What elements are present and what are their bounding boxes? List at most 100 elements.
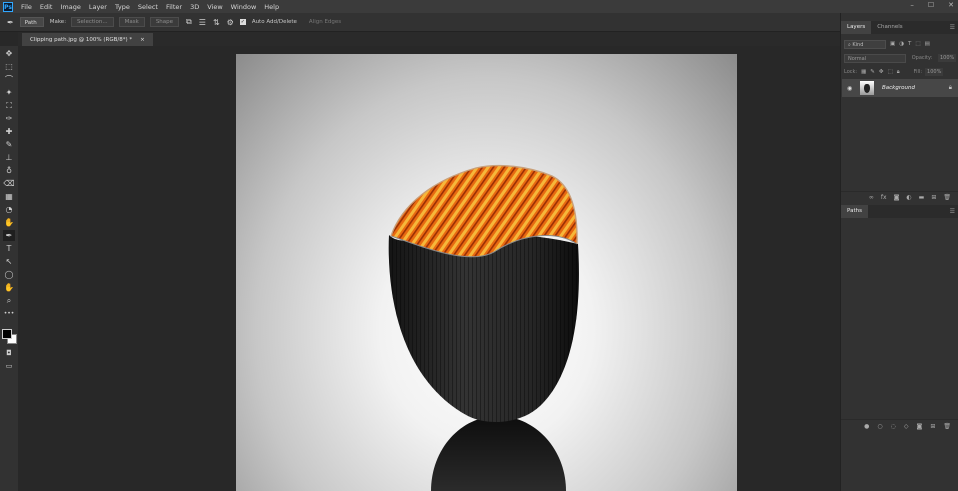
stroke-path-icon[interactable]: ○ [877,423,882,430]
load-path-as-selection-icon[interactable]: ◌ [891,423,896,430]
lock-pixels-icon[interactable]: ✎ [870,69,875,75]
paths-panel-footer: ● ○ ◌ ◇ ◙ ⊞ 🗑︎ [841,419,958,433]
minimize-icon[interactable]: – [910,1,914,9]
menu-window[interactable]: Window [231,3,257,11]
maximize-icon[interactable]: ☐ [928,1,934,9]
path-operations-icon[interactable]: ⧉ [186,17,192,27]
lock-transparent-icon[interactable]: ▦ [861,69,866,75]
menu-select[interactable]: Select [138,3,158,11]
adjustment-filter-icon[interactable]: ◑ [899,41,904,47]
menu-filter[interactable]: Filter [166,3,182,11]
layer-style-icon[interactable]: fx [881,194,887,201]
tool-mode-select[interactable]: Path [19,17,44,27]
gradient-tool-icon[interactable]: ▦ [3,191,15,202]
smart-object-filter-icon[interactable]: ▤ [925,41,930,47]
pen-tool-preset-icon[interactable]: ✒ [7,18,14,27]
make-mask-button[interactable]: Mask [118,17,145,27]
new-path-icon[interactable]: ⊞ [930,423,935,430]
options-bar: ✒ Path Make: Selection... Mask Shape ⧉ ☰… [0,13,958,32]
make-shape-button[interactable]: Shape [149,17,180,27]
brush-tool-icon[interactable]: ✎ [3,139,15,150]
layer-kind-label: Kind [852,41,864,48]
add-mask-path-icon[interactable]: ◙ [917,423,923,430]
lasso-tool-icon[interactable]: ⌒ [3,74,15,85]
delete-layer-icon[interactable]: 🗑︎ [943,194,951,201]
add-mask-icon[interactable]: ◙ [894,194,900,201]
ellipse-tool-icon[interactable]: ◯ [3,269,15,280]
layer-row[interactable]: ◉ Background 🔒︎ [842,79,958,97]
lock-all-icon[interactable]: 🔒︎ [897,69,900,76]
eye-icon[interactable]: ◉ [847,85,857,92]
tab-layers[interactable]: Layers [841,21,872,34]
layer-kind-filter[interactable]: ⌕ Kind [844,39,886,49]
align-edges-label[interactable]: Align Edges [309,19,341,25]
document-image[interactable] [236,54,737,491]
menu-edit[interactable]: Edit [40,3,53,11]
layer-name[interactable]: Background [882,85,949,91]
make-label: Make: [49,19,67,25]
menu-3d[interactable]: 3D [190,3,199,11]
opacity-input[interactable]: 100% [938,54,956,62]
make-selection-button[interactable]: Selection... [71,17,114,27]
dodge-tool-icon[interactable]: ✋ [3,217,15,228]
auto-add-delete-checkbox[interactable]: ✓ [239,19,246,25]
auto-add-delete-label: Auto Add/Delete [251,19,297,25]
layers-panel-menu-icon[interactable]: ☰ [950,21,955,34]
lock-position-icon[interactable]: ✥ [879,69,884,75]
delete-path-icon[interactable]: 🗑︎ [943,423,951,430]
path-alignment-icon[interactable]: ☰ [199,18,206,27]
menu-image[interactable]: Image [60,3,80,11]
new-group-icon[interactable]: ▬ [919,194,925,201]
magic-wand-tool-icon[interactable]: ✦ [3,87,15,98]
clone-stamp-tool-icon[interactable]: ⊥ [3,152,15,163]
fill-input[interactable]: 100% [925,68,944,76]
screen-mode-icon[interactable]: ▭ [3,361,15,372]
document-tab[interactable]: Clipping path.jpg @ 100% (RGB/8*) * × [22,33,153,46]
layer-filter-row: ⌕ Kind ▣ ◑ T ⬚ ▤ [844,39,956,49]
shape-filter-icon[interactable]: ⬚ [915,41,920,47]
marquee-tool-icon[interactable]: ⬚ [3,61,15,72]
gear-icon[interactable]: ⚙ [227,18,234,27]
eyedropper-tool-icon[interactable]: ✑ [3,113,15,124]
blur-tool-icon[interactable]: ◔ [3,204,15,215]
history-brush-tool-icon[interactable]: ♁ [3,165,15,176]
move-tool-icon[interactable]: ✥ [3,48,15,59]
menu-bar: Ps File Edit Image Layer Type Select Fil… [0,0,958,13]
paths-panel-tabs: Paths [841,205,958,218]
healing-brush-tool-icon[interactable]: ✚ [3,126,15,137]
crop-tool-icon[interactable]: ⛶ [3,100,15,111]
lock-label: Lock: [844,69,858,75]
hand-tool-icon[interactable]: ✋ [3,282,15,293]
canvas-area[interactable] [18,46,840,491]
close-tab-icon[interactable]: × [140,37,145,43]
quick-mask-icon[interactable]: ◘ [3,348,15,359]
menu-type[interactable]: Type [115,3,130,11]
make-work-path-icon[interactable]: ◇ [904,423,909,430]
path-arrangement-icon[interactable]: ⇅ [213,18,220,27]
tab-channels[interactable]: Channels [871,21,908,34]
menu-help[interactable]: Help [264,3,279,11]
paths-panel-menu-icon[interactable]: ☰ [950,205,955,218]
type-filter-icon[interactable]: T [908,41,911,47]
close-icon[interactable]: ✕ [948,1,954,9]
color-swatches[interactable] [2,329,17,344]
menu-file[interactable]: File [21,3,32,11]
menu-view[interactable]: View [207,3,222,11]
adjustment-layer-icon[interactable]: ◐ [906,194,911,201]
edit-toolbar-icon[interactable]: ••• [3,308,15,319]
menu-layer[interactable]: Layer [89,3,107,11]
new-layer-icon[interactable]: ⊞ [931,194,936,201]
link-layers-icon[interactable]: ∞ [869,194,874,201]
type-tool-icon[interactable]: T [3,243,15,254]
zoom-tool-icon[interactable]: ⌕ [3,295,15,306]
tab-paths[interactable]: Paths [841,205,868,218]
eraser-tool-icon[interactable]: ⌫ [3,178,15,189]
path-selection-tool-icon[interactable]: ↖ [3,256,15,267]
lock-row: Lock: ▦ ✎ ✥ ⬚ 🔒︎ Fill: 100% [844,67,956,77]
pixel-filter-icon[interactable]: ▣ [890,41,895,47]
pen-tool-icon[interactable]: ✒ [3,230,15,241]
fill-path-icon[interactable]: ● [864,423,869,430]
lock-artboard-icon[interactable]: ⬚ [888,69,893,75]
foreground-color-swatch[interactable] [2,329,12,339]
blend-mode-select[interactable]: Normal [844,53,906,63]
